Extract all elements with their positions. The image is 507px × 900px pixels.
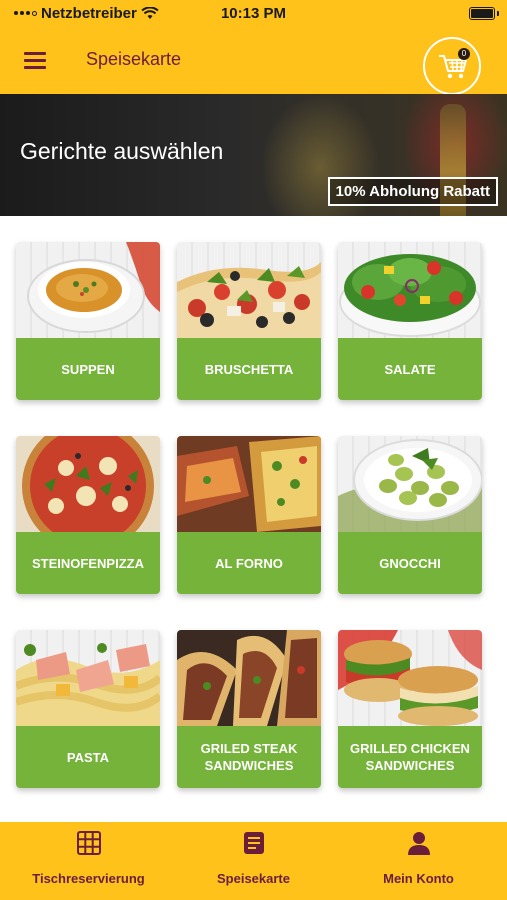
category-label: BRUSCHETTA xyxy=(177,338,321,400)
category-label: GRILED STEAK SANDWICHES xyxy=(177,726,321,788)
hamburger-menu-icon[interactable] xyxy=(24,52,46,69)
battery-icon xyxy=(469,7,495,20)
tab-label: Speisekarte xyxy=(217,871,290,886)
cart-count-badge: 0 xyxy=(458,48,470,60)
clock: 10:13 PM xyxy=(220,5,287,22)
category-label: SALATE xyxy=(338,338,482,400)
soup-image xyxy=(16,242,160,338)
category-label: AL FORNO xyxy=(177,532,321,594)
category-card-al-forno[interactable]: AL FORNO xyxy=(177,436,321,594)
category-card-steak-sandwiches[interactable]: GRILED STEAK SANDWICHES xyxy=(177,630,321,788)
cart-button[interactable]: 0 xyxy=(423,37,481,95)
category-label: STEINOFENPIZZA xyxy=(16,532,160,594)
tab-speisekarte[interactable]: Speisekarte xyxy=(169,822,338,900)
steak-sandwich-image xyxy=(177,630,321,726)
bruschetta-image xyxy=(177,242,321,338)
category-card-bruschetta[interactable]: BRUSCHETTA xyxy=(177,242,321,400)
category-card-suppen[interactable]: SUPPEN xyxy=(16,242,160,400)
category-card-steinofenpizza[interactable]: STEINOFENPIZZA xyxy=(16,436,160,594)
category-card-gnocchi[interactable]: GNOCCHI xyxy=(338,436,482,594)
discount-badge: 10% Abholung Rabatt xyxy=(327,177,498,206)
salad-image xyxy=(338,242,482,338)
menu-book-icon xyxy=(243,832,264,854)
hero-banner: Gerichte auswählen 10% Abholung Rabatt xyxy=(0,94,507,216)
chicken-sandwich-image xyxy=(338,630,482,726)
pasta-image xyxy=(16,630,160,726)
tab-tischreservierung[interactable]: Tischreservierung xyxy=(4,822,173,900)
tab-label: Tischreservierung xyxy=(32,871,145,886)
page-title: Speisekarte xyxy=(86,49,182,69)
category-label: GRILLED CHICKEN SANDWICHES xyxy=(338,726,482,788)
person-icon xyxy=(407,832,430,855)
app-header: Speisekarte 0 xyxy=(0,28,507,95)
pizza-image xyxy=(16,436,160,532)
category-label: PASTA xyxy=(16,726,160,788)
category-card-salate[interactable]: SALATE xyxy=(338,242,482,400)
battery-tip xyxy=(497,11,499,16)
grid-icon xyxy=(76,831,101,855)
banner-title: Gerichte auswählen xyxy=(20,138,224,164)
category-label: GNOCCHI xyxy=(338,532,482,594)
tab-mein-konto[interactable]: Mein Konto xyxy=(334,822,503,900)
category-card-chicken-sandwiches[interactable]: GRILLED CHICKEN SANDWICHES xyxy=(338,630,482,788)
category-label: SUPPEN xyxy=(16,338,160,400)
gnocchi-image xyxy=(338,436,482,532)
category-card-pasta[interactable]: PASTA xyxy=(16,630,160,788)
status-bar: Netzbetreiber 10:13 PM xyxy=(0,0,507,28)
tab-label: Mein Konto xyxy=(383,871,454,886)
al-forno-image xyxy=(177,436,321,532)
bottom-navigation: Tischreservierung Speisekarte Mein Konto xyxy=(0,822,507,900)
